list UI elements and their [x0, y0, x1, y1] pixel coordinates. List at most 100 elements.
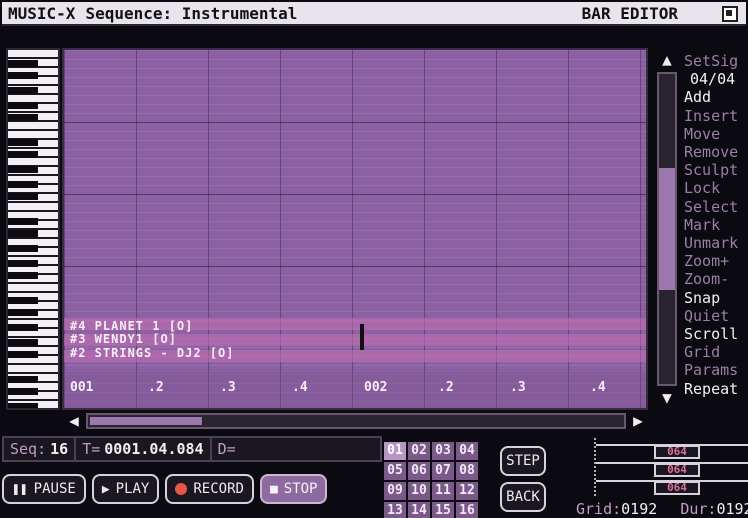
sequence-pad[interactable]: 01: [384, 442, 406, 460]
velocity-panel: 064 064 064: [594, 438, 748, 496]
scroll-up-icon[interactable]: ▲: [657, 50, 677, 70]
sequence-pad[interactable]: 09: [384, 482, 406, 500]
track-label-3[interactable]: #3 WENDY1 [O]: [70, 332, 177, 346]
sequence-pad[interactable]: 12: [456, 482, 478, 500]
beat-marker: .2: [148, 380, 164, 395]
piano-keyboard[interactable]: [6, 48, 60, 410]
vertical-scroll-thumb[interactable]: [659, 168, 675, 290]
editor-mode: BAR EDITOR: [581, 3, 678, 23]
record-icon: [175, 483, 188, 495]
d-label: D=: [217, 440, 236, 458]
velocity-row: 064: [596, 444, 748, 460]
sequence-pad[interactable]: 10: [408, 482, 430, 500]
black-keys: [8, 50, 38, 408]
scroll-left-icon[interactable]: ◀: [64, 411, 84, 431]
beat-marker: .3: [220, 380, 236, 395]
tool-lock[interactable]: Lock: [684, 179, 748, 197]
beat-marker: 002: [364, 380, 388, 395]
tool-move[interactable]: Move: [684, 125, 748, 143]
sequence-pad[interactable]: 04: [456, 442, 478, 460]
sequence-pad[interactable]: 14: [408, 502, 430, 518]
tool-scroll[interactable]: Scroll: [684, 325, 748, 343]
seq-value: 16: [50, 440, 69, 458]
sequence-number[interactable]: Seq: 16: [4, 438, 77, 460]
grid-divider: [64, 266, 646, 267]
beat-marker: 001: [70, 380, 94, 395]
app-name: MUSIC-X: [8, 3, 76, 23]
beat-marker: .3: [510, 380, 526, 395]
tool-grid[interactable]: Grid: [684, 343, 748, 361]
grid-value[interactable]: 0192: [621, 500, 657, 518]
dur-value[interactable]: 0192: [716, 500, 748, 518]
dur-label: Dur:: [680, 500, 717, 518]
play-button[interactable]: ▶ PLAY: [91, 474, 160, 504]
horizontal-scroll-thumb[interactable]: [90, 417, 202, 425]
sequence-name: Sequence: Instrumental: [85, 3, 298, 23]
scroll-down-icon[interactable]: ▼: [657, 388, 677, 408]
seq-label: Seq:: [10, 440, 47, 458]
tool-zoom[interactable]: Zoom-: [684, 270, 748, 288]
time-position: T= 0001.04.084: [76, 438, 212, 460]
beat-marker: .4: [292, 380, 308, 395]
track-label-2[interactable]: #2 STRINGS - DJ2 [O]: [70, 346, 235, 360]
tool-unmark[interactable]: Unmark: [684, 234, 748, 252]
stop-button[interactable]: ■ STOP: [259, 474, 328, 504]
duration-field: D=: [212, 438, 242, 460]
tool-remove[interactable]: Remove: [684, 143, 748, 161]
status-bar: Seq: 16 T= 0001.04.084 D=: [2, 436, 382, 462]
step-button[interactable]: STEP: [500, 446, 546, 476]
beat-marker: .2: [438, 380, 454, 395]
time-label: T=: [82, 440, 101, 458]
tool-select[interactable]: Select: [684, 198, 748, 216]
note-grid[interactable]: #4 PLANET 1 [O] #3 WENDY1 [O] #2 STRINGS…: [62, 48, 648, 410]
stop-label: STOP: [283, 481, 318, 497]
tool-setsig[interactable]: SetSig: [684, 52, 748, 70]
record-button[interactable]: RECORD: [165, 474, 254, 504]
tool-zoom[interactable]: Zoom+: [684, 252, 748, 270]
sequence-pad[interactable]: 07: [432, 462, 454, 480]
velocity-row: 064: [596, 480, 748, 496]
sequence-pad[interactable]: 08: [456, 462, 478, 480]
title-bar: MUSIC-X Sequence: Instrumental BAR EDITO…: [2, 2, 746, 26]
tool-add[interactable]: Add: [684, 88, 748, 106]
sequence-pad[interactable]: 03: [432, 442, 454, 460]
grid-label: Grid:: [576, 500, 622, 518]
velocity-value[interactable]: 064: [654, 463, 700, 477]
pause-button[interactable]: ❚❚ PAUSE: [2, 474, 86, 504]
time-signature-value: 04/04: [690, 70, 736, 89]
tool-repeat[interactable]: Repeat: [684, 380, 748, 398]
scroll-right-icon[interactable]: ▶: [628, 411, 648, 431]
back-button[interactable]: BACK: [500, 482, 546, 512]
play-position-cursor: [360, 324, 364, 350]
velocity-value[interactable]: 064: [654, 445, 700, 459]
record-label: RECORD: [193, 481, 244, 497]
sequence-pad[interactable]: 16: [456, 502, 478, 518]
beat-marker: .4: [590, 380, 606, 395]
sequence-pad[interactable]: 05: [384, 462, 406, 480]
vertical-scrollbar[interactable]: ▲ ▼: [650, 48, 682, 410]
tool-insert[interactable]: Insert: [684, 107, 748, 125]
tool-sculpt[interactable]: Sculpt: [684, 161, 748, 179]
tool-mark[interactable]: Mark: [684, 216, 748, 234]
sequence-pad[interactable]: 06: [408, 462, 430, 480]
sequence-pad[interactable]: 15: [432, 502, 454, 518]
play-label: PLAY: [115, 481, 150, 497]
grid-divider: [64, 194, 646, 195]
horizontal-scrollbar[interactable]: ◀ ▶: [62, 410, 648, 432]
tool-params[interactable]: Params: [684, 361, 748, 379]
track-label-4[interactable]: #4 PLANET 1 [O]: [70, 319, 193, 333]
pause-label: PAUSE: [33, 481, 76, 497]
sequence-pad[interactable]: 13: [384, 502, 406, 518]
play-icon: ▶: [101, 481, 110, 497]
sequence-pads: 01 02 03 04 05 06 07 08 09 10 11 12 13 14 15 16: [384, 442, 478, 518]
transport-controls: ❚❚ PAUSE ▶ PLAY RECORD ■ STOP: [2, 474, 328, 504]
pause-icon: ❚❚: [12, 481, 28, 497]
tool-menu: SetSig 04/04 Add Insert Move Remove Sculpt Lo…: [684, 52, 748, 398]
sequence-pad[interactable]: 11: [432, 482, 454, 500]
window-depth-gadget-icon[interactable]: [722, 6, 738, 22]
sequence-pad[interactable]: 02: [408, 442, 430, 460]
tool-quiet[interactable]: Quiet: [684, 307, 748, 325]
velocity-value[interactable]: 064: [654, 481, 700, 495]
tool-snap[interactable]: Snap: [684, 289, 748, 307]
grid-duration-readout: Grid:0192 Dur:0192: [576, 500, 748, 518]
